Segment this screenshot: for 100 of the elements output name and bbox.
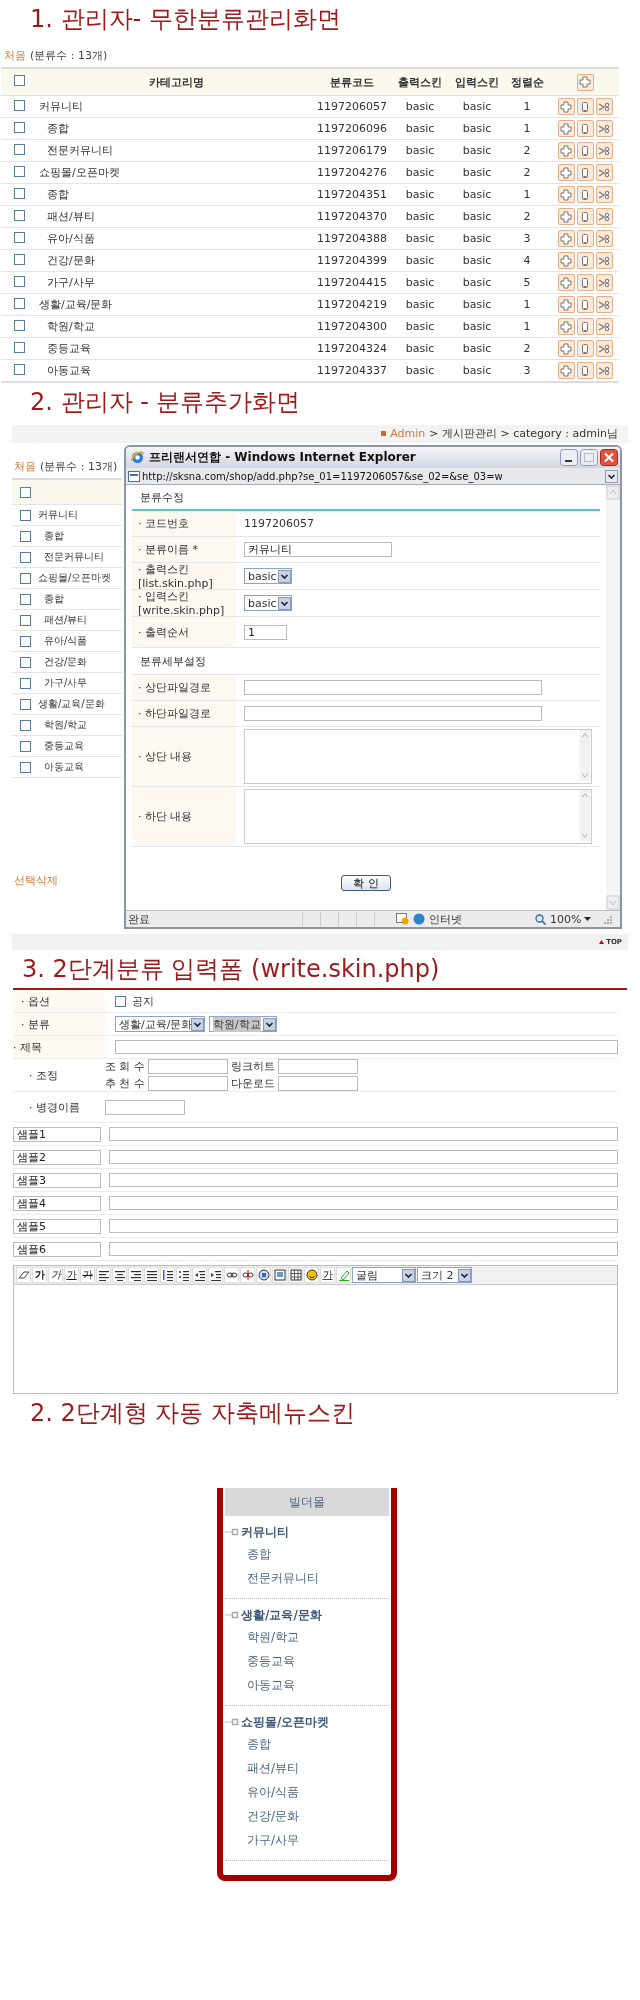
italic-button[interactable]: 가 [48, 1267, 63, 1283]
cut-button[interactable] [595, 296, 613, 313]
align-left-button[interactable] [96, 1267, 111, 1283]
select-field[interactable]: 학원/학교 [209, 1016, 277, 1032]
edit-button[interactable] [576, 296, 594, 313]
cut-button[interactable] [595, 120, 613, 137]
menu-item[interactable]: 건강/문화 [225, 1804, 389, 1828]
edit-button[interactable] [576, 208, 594, 225]
checkbox[interactable] [20, 572, 31, 584]
checkbox[interactable] [13, 341, 25, 353]
cut-button[interactable] [595, 186, 613, 203]
numbered-list-button[interactable] [160, 1267, 175, 1283]
menu-item[interactable]: 가구/사무 [225, 1828, 389, 1852]
count-field[interactable] [148, 1076, 228, 1091]
strikethrough-button[interactable]: 가 [80, 1267, 95, 1283]
minimize-button[interactable] [560, 449, 578, 466]
edit-button[interactable] [576, 98, 594, 115]
add-button[interactable] [557, 208, 575, 225]
checkbox[interactable] [20, 677, 31, 689]
checkbox[interactable] [13, 253, 25, 265]
sample-label-field[interactable]: 샘플1 [13, 1126, 101, 1142]
checkbox[interactable] [13, 319, 25, 331]
checkbox[interactable] [20, 719, 31, 731]
edit-button[interactable] [576, 362, 594, 379]
url-text[interactable]: http://sksna.com/shop/add.php?se_01=1197206057&se_02=&se_03=w [142, 470, 603, 482]
unlink-button[interactable] [240, 1267, 255, 1283]
checkbox[interactable] [20, 698, 31, 710]
title-field[interactable] [115, 1040, 618, 1054]
menu-item[interactable]: 아동교육 [225, 1673, 389, 1697]
add-button[interactable] [557, 164, 575, 181]
add-button[interactable] [557, 296, 575, 313]
cut-button[interactable] [595, 274, 613, 291]
cut-button[interactable] [595, 318, 613, 335]
cut-button[interactable] [595, 362, 613, 379]
sample-field[interactable] [109, 1127, 618, 1141]
sample-field[interactable] [109, 1196, 618, 1210]
checkbox[interactable] [13, 231, 25, 243]
checkbox[interactable] [13, 275, 25, 287]
edit-button[interactable] [576, 252, 594, 269]
checkbox[interactable] [20, 761, 31, 773]
checkbox[interactable] [13, 187, 25, 199]
outdent-button[interactable] [192, 1267, 207, 1283]
menu-category[interactable]: 쇼핑몰/오픈마켓 [241, 1713, 330, 1731]
menu-item[interactable]: 중등교육 [225, 1649, 389, 1673]
align-center-button[interactable] [112, 1267, 127, 1283]
sample-field[interactable] [109, 1150, 618, 1164]
add-button[interactable] [557, 230, 575, 247]
count-field[interactable] [148, 1059, 228, 1074]
checkbox[interactable] [20, 740, 31, 752]
add-button[interactable] [557, 274, 575, 291]
checkbox[interactable] [13, 165, 25, 177]
add-button[interactable] [557, 142, 575, 159]
sample-label-field[interactable]: 샘플3 [13, 1172, 101, 1188]
select-field[interactable]: 굴림 [352, 1267, 416, 1283]
edit-button[interactable] [576, 318, 594, 335]
bold-button[interactable]: 가 [32, 1267, 47, 1283]
cut-button[interactable] [595, 164, 613, 181]
cut-button[interactable] [595, 98, 613, 115]
zoom-icon[interactable] [535, 913, 546, 925]
menu-category[interactable]: 생활/교육/문화 [241, 1606, 322, 1624]
add-button[interactable] [557, 318, 575, 335]
justify-button[interactable] [144, 1267, 159, 1283]
name-field[interactable]: 커뮤니티 [244, 542, 392, 557]
select-field[interactable]: 생활/교육/문화 [115, 1016, 205, 1032]
checkbox[interactable] [13, 297, 25, 309]
select-field[interactable]: 크기 2 [417, 1267, 472, 1283]
menu-item[interactable]: 종합 [225, 1732, 389, 1756]
checkbox[interactable] [20, 509, 31, 521]
sample-field[interactable] [109, 1242, 618, 1256]
cut-button[interactable] [595, 252, 613, 269]
checkbox[interactable] [20, 530, 31, 542]
checkbox[interactable] [13, 121, 25, 133]
edit-button[interactable] [576, 120, 594, 137]
checkbox[interactable] [13, 99, 25, 111]
eraser-button[interactable] [16, 1267, 31, 1283]
sample-label-field[interactable]: 샘플6 [13, 1241, 101, 1257]
checkbox[interactable] [13, 75, 25, 86]
add-button[interactable] [557, 340, 575, 357]
checkbox[interactable] [20, 614, 31, 626]
menu-item[interactable]: 유아/식품 [225, 1780, 389, 1804]
checkbox[interactable] [13, 209, 25, 221]
edit-button[interactable] [576, 230, 594, 247]
checkbox[interactable] [20, 551, 31, 563]
add-button[interactable] [557, 252, 575, 269]
sample-field[interactable] [109, 1219, 618, 1233]
text-color-button[interactable]: 가 [320, 1267, 335, 1283]
sample-label-field[interactable]: 샘플5 [13, 1218, 101, 1234]
name-field[interactable] [105, 1099, 185, 1115]
menu-item[interactable]: 종합 [225, 1542, 389, 1566]
menu-item[interactable]: 학원/학교 [225, 1625, 389, 1649]
checkbox[interactable] [13, 363, 25, 375]
table-button[interactable] [288, 1267, 303, 1283]
highlighter-button[interactable] [336, 1267, 351, 1283]
add-button[interactable] [557, 362, 575, 379]
cut-button[interactable] [595, 230, 613, 247]
add-button[interactable] [557, 98, 575, 115]
order-field[interactable]: 1 [244, 624, 287, 640]
edit-button[interactable] [576, 142, 594, 159]
sample-label-field[interactable]: 샘플2 [13, 1149, 101, 1165]
menu-item[interactable]: 전문커뮤니티 [225, 1566, 389, 1590]
